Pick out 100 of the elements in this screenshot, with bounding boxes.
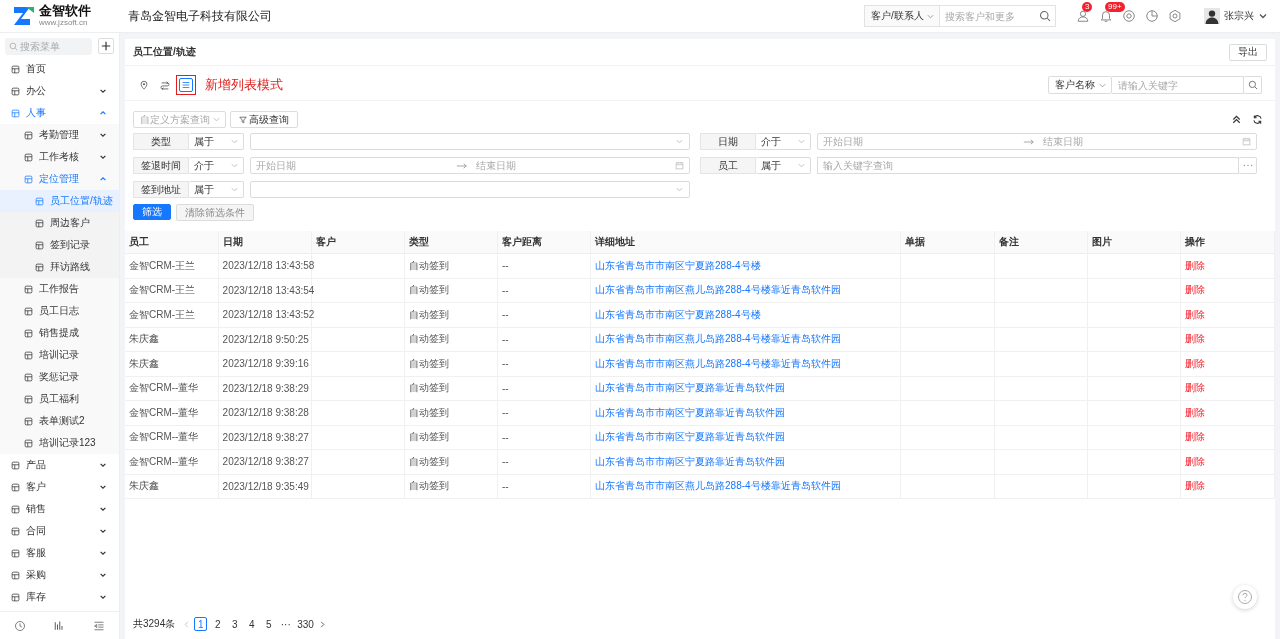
table-cell: 2023/12/18 9:39:16 — [218, 351, 312, 376]
menu-item[interactable]: 签到记录 — [0, 234, 119, 256]
pie-chart-icon[interactable] — [1145, 9, 1159, 23]
menu-item[interactable]: 工作报告 — [0, 278, 119, 300]
menu-item[interactable]: 首页 — [0, 58, 119, 80]
address-link[interactable]: 山东省青岛市市南区燕儿岛路288-4号楼靠近青岛软件园 — [595, 333, 841, 345]
menu-item[interactable]: 培训记录 — [0, 344, 119, 366]
address-link[interactable]: 山东省青岛市市南区宁夏路靠近青岛软件园 — [595, 406, 786, 418]
menu-item-icon — [11, 526, 20, 536]
menu-item[interactable]: 人事 — [0, 102, 119, 124]
page-button[interactable]: 2 — [211, 617, 225, 631]
menu-item[interactable]: 定位管理 — [0, 168, 119, 190]
menu-item[interactable]: 表单测试2 — [0, 410, 119, 432]
collapse-icon[interactable] — [1231, 114, 1242, 125]
search-scope-dropdown[interactable]: 客户/联系人 — [864, 5, 940, 27]
chart-icon[interactable] — [53, 619, 66, 632]
menu-item-icon — [35, 240, 44, 250]
search-button[interactable] — [1244, 76, 1262, 94]
page-button[interactable]: ··· — [279, 617, 293, 631]
keyword-field[interactable]: 请输入关键字 — [1112, 76, 1244, 94]
menu-item[interactable]: 办公 — [0, 80, 119, 102]
delete-link[interactable]: 删除 — [1184, 357, 1205, 369]
next-page-icon[interactable] — [318, 619, 326, 629]
address-link[interactable]: 山东省青岛市市南区宁夏路靠近青岛软件园 — [595, 431, 786, 443]
bell-icon[interactable] — [1099, 9, 1113, 23]
more-icon — [1242, 164, 1253, 167]
page-button[interactable]: 3 — [228, 617, 242, 631]
menu-item[interactable]: 客服 — [0, 542, 119, 564]
address-link[interactable]: 山东省青岛市市南区燕儿岛路288-4号楼靠近青岛软件园 — [595, 357, 841, 369]
menu-item[interactable]: 工作考核 — [0, 146, 119, 168]
collapse-menu-icon[interactable] — [93, 619, 106, 632]
page-button[interactable]: 330 — [296, 617, 315, 631]
menu-item[interactable]: 奖惩记录 — [0, 366, 119, 388]
operator-dropdown[interactable]: 属于 — [189, 181, 244, 198]
address-link[interactable]: 山东省青岛市市南区宁夏路288-4号楼 — [595, 308, 761, 320]
menu-item[interactable]: 客户 — [0, 476, 119, 498]
menu-item[interactable]: 员工日志 — [0, 300, 119, 322]
search-icon[interactable] — [1039, 10, 1051, 22]
table-cell: 自动签到 — [404, 425, 498, 450]
menu-item[interactable]: 员工福利 — [0, 388, 119, 410]
page-button[interactable]: 1 — [194, 617, 208, 631]
filter-button[interactable]: 筛选 — [133, 204, 171, 220]
refresh-icon[interactable] — [1252, 114, 1263, 125]
table-cell: 2023/12/18 9:35:49 — [218, 474, 312, 499]
field-dropdown[interactable]: 客户名称 — [1048, 76, 1112, 94]
menu-item[interactable]: 员工位置/轨迹 — [0, 190, 119, 212]
user-name[interactable]: 张宗兴 — [1224, 9, 1254, 23]
avatar[interactable] — [1204, 8, 1220, 24]
delete-link[interactable]: 删除 — [1184, 308, 1205, 320]
page-button[interactable]: 4 — [245, 617, 259, 631]
caret-icon[interactable] — [1258, 11, 1268, 21]
help-button[interactable] — [1233, 585, 1257, 609]
delete-link[interactable]: 删除 — [1184, 480, 1205, 492]
global-search-field[interactable]: 搜索客户和更多 — [939, 5, 1056, 27]
delete-link[interactable]: 删除 — [1184, 431, 1205, 443]
menu-item[interactable]: 采购 — [0, 564, 119, 586]
address-link[interactable]: 山东省青岛市市南区宁夏路288-4号楼 — [595, 259, 761, 271]
address-link[interactable]: 山东省青岛市市南区燕儿岛路288-4号楼靠近青岛软件园 — [595, 284, 841, 296]
filter-label: 签退时间 — [133, 157, 189, 174]
help-icon — [1237, 589, 1253, 605]
table-cell: -- — [497, 351, 591, 376]
add-button[interactable] — [98, 38, 114, 54]
menu-item[interactable]: 考勤管理 — [0, 124, 119, 146]
menu-item[interactable]: 销售 — [0, 498, 119, 520]
menu-item[interactable]: 库存 — [0, 586, 119, 608]
menu-item-icon — [24, 328, 33, 338]
menu-item-icon — [24, 372, 33, 382]
menu-item-icon — [35, 218, 44, 228]
menu-item[interactable]: 培训记录123 — [0, 432, 119, 454]
menu-item[interactable]: 拜访路线 — [0, 256, 119, 278]
delete-link[interactable]: 删除 — [1184, 406, 1205, 418]
menu-item[interactable]: 周边客户 — [0, 212, 119, 234]
operator-dropdown[interactable]: 属于 — [756, 157, 811, 174]
address-link[interactable]: 山东省青岛市市南区宁夏路靠近青岛软件园 — [595, 382, 786, 394]
table-cell: 自动签到 — [404, 253, 498, 278]
total-count: 共3294条 — [133, 617, 176, 631]
history-icon[interactable] — [13, 619, 26, 632]
operator-dropdown[interactable]: 介于 — [189, 157, 244, 174]
address-link[interactable]: 山东省青岛市市南区宁夏路靠近青岛软件园 — [595, 455, 786, 467]
delete-link[interactable]: 删除 — [1184, 382, 1205, 394]
target-icon[interactable] — [1122, 9, 1136, 23]
page-button[interactable]: 5 — [262, 617, 276, 631]
delete-link[interactable]: 删除 — [1184, 259, 1205, 271]
menu-item[interactable]: 合同 — [0, 520, 119, 542]
menu-search-field[interactable]: 搜索菜单 — [5, 38, 92, 55]
address-link[interactable]: 山东省青岛市市南区燕儿岛路288-4号楼靠近青岛软件园 — [595, 480, 841, 492]
operator-dropdown[interactable]: 属于 — [189, 133, 244, 150]
table-cell: -- — [497, 474, 591, 499]
menu-item[interactable]: 产品 — [0, 454, 119, 476]
delete-link[interactable]: 删除 — [1184, 455, 1205, 467]
delete-link[interactable]: 删除 — [1184, 284, 1205, 296]
operator-dropdown[interactable]: 介于 — [756, 133, 811, 150]
menu-item-icon — [24, 416, 33, 426]
contacts-icon[interactable] — [1076, 9, 1090, 23]
export-button[interactable]: 导出 — [1229, 43, 1267, 61]
menu-item[interactable]: 销售提成 — [0, 322, 119, 344]
settings-icon[interactable] — [1168, 9, 1182, 23]
employee-field[interactable]: 输入关键字查询 — [817, 157, 1239, 174]
delete-link[interactable]: 删除 — [1184, 333, 1205, 345]
advanced-search-button[interactable]: 高级查询 — [230, 111, 298, 128]
